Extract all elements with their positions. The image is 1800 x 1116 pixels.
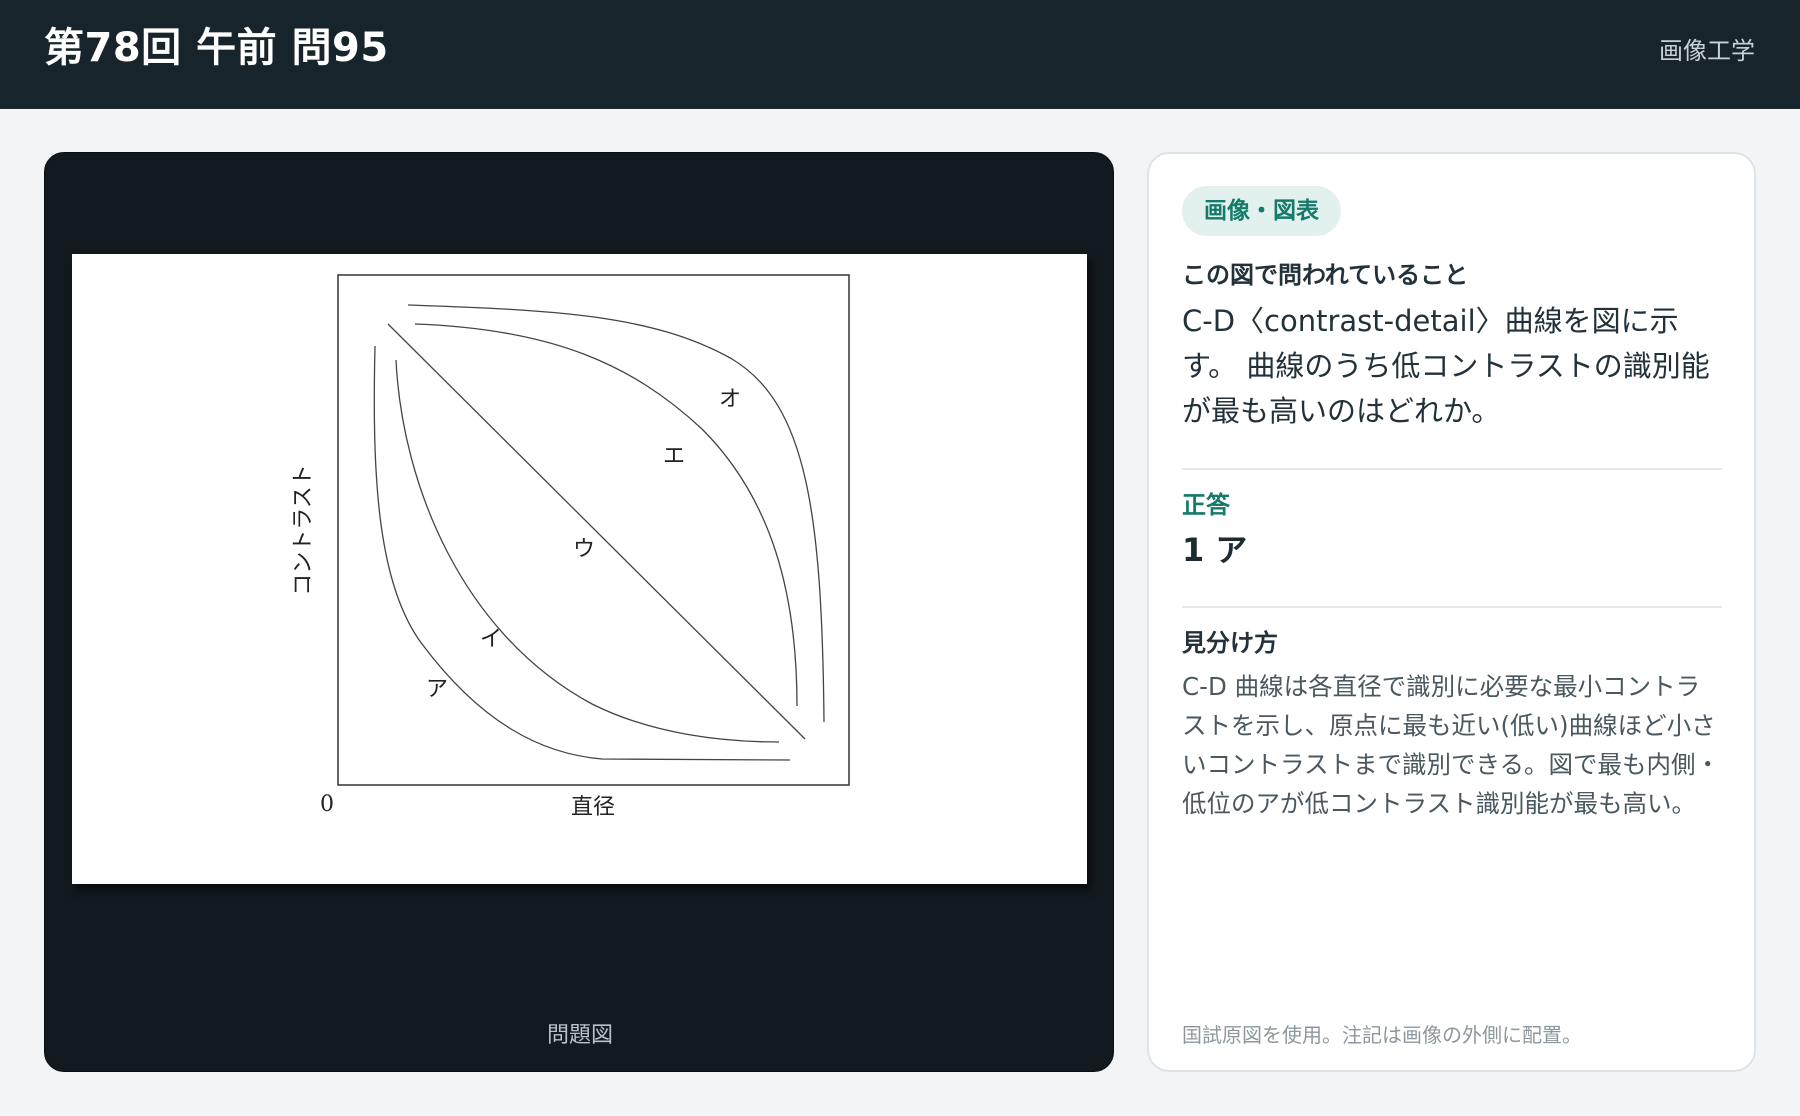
divider: [1182, 468, 1722, 470]
category-tag: 画像・図表: [1182, 186, 1341, 236]
cd-curve-figure: ア イ ウ エ オ 0 直径 コントラスト: [291, 274, 850, 820]
subject-label: 画像工学: [1659, 37, 1755, 65]
page-title: 第78回 午前 問95: [44, 25, 389, 71]
hint-label: 見分け方: [1182, 629, 1278, 657]
curve-o: [407, 304, 825, 723]
answer-value: 1 ア: [1182, 531, 1248, 569]
hint-text: C-D 曲線は各直径で識別に必要な最小コントラストを示し、原点に最も近い(低い)…: [1182, 672, 1721, 818]
header-bar: 第78回 午前 問95 画像工学: [0, 0, 1800, 109]
origin-label: 0: [320, 792, 334, 817]
question-heading: この図で問われていること: [1182, 261, 1469, 289]
info-panel: 画像・図表 この図で問われていること C-D〈contrast-detail〉曲…: [1147, 152, 1756, 1072]
figure-panel: ア イ ウ エ オ 0 直径 コントラスト 問題図: [44, 152, 1114, 1072]
answer-label: 正答: [1182, 491, 1230, 519]
figure-caption: 問題図: [546, 1023, 613, 1048]
curve-label-i: イ: [480, 627, 502, 652]
x-axis-label: 直径: [571, 795, 615, 820]
question-figure: ア イ ウ エ オ 0 直径 コントラスト: [72, 254, 1087, 884]
y-axis-label: コントラスト: [291, 464, 316, 596]
curve-u: [387, 323, 806, 740]
curve-label-o: オ: [719, 387, 741, 412]
question-text: C-D〈contrast-detail〉曲線を図に示す。 曲線のうち低コントラス…: [1182, 304, 1710, 428]
curve-label-a: ア: [426, 677, 448, 702]
divider: [1182, 606, 1722, 608]
curve-e: [414, 323, 798, 707]
curve-label-e: エ: [663, 444, 685, 469]
plot-frame: [337, 274, 850, 786]
curve-label-u: ウ: [573, 537, 595, 562]
footnote: 国試原図を使用。注記は画像の外側に配置。: [1182, 1023, 1582, 1047]
